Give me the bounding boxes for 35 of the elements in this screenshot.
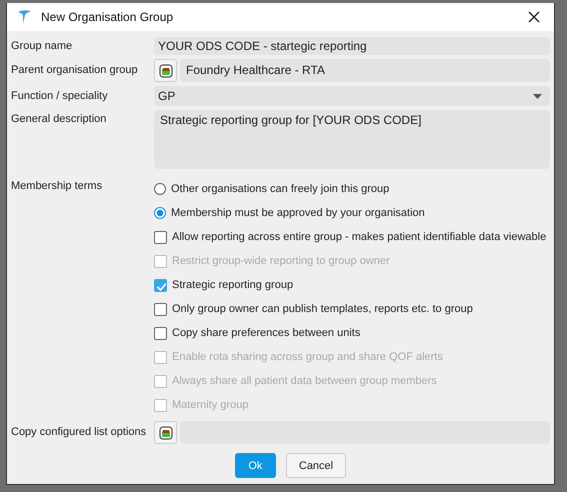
option-label: Strategic reporting group xyxy=(172,279,294,291)
picker-button[interactable] xyxy=(154,421,177,444)
option-label: Membership must be approved by your organisation xyxy=(171,207,425,219)
field-label: Membership terms xyxy=(11,179,104,194)
caret-icon xyxy=(533,94,542,98)
checkbox[interactable] xyxy=(154,326,167,340)
picker-button[interactable] xyxy=(154,59,177,82)
picker-field[interactable]: Foundry Healthcare - RTA xyxy=(180,59,550,82)
option-label: Maternity group xyxy=(172,399,248,411)
description-field[interactable]: Strategic reporting group for [YOUR ODS CODE] xyxy=(154,110,550,169)
cancel-button[interactable]: Cancel xyxy=(286,453,346,478)
field-label: Group name xyxy=(11,39,74,54)
option-label: Restrict group-wide reporting to group owner xyxy=(172,255,390,267)
field-label: Function / speciality xyxy=(11,89,109,104)
checkbox[interactable] xyxy=(154,278,167,292)
field-label: General description xyxy=(11,112,108,127)
option-label: Always share all patient data between group members xyxy=(172,375,437,387)
option-label: Enable rota sharing across group and share QOF alerts xyxy=(172,351,443,363)
option-label: Only group owner can publish templates, reports etc. to group xyxy=(172,303,473,315)
building-icon xyxy=(158,64,172,78)
app-logo-icon xyxy=(17,9,32,25)
option-label: Copy share preferences between units xyxy=(172,327,360,339)
checkbox[interactable] xyxy=(154,302,167,316)
building-icon xyxy=(158,426,172,440)
radio-button[interactable] xyxy=(154,183,166,195)
close-icon xyxy=(528,11,540,23)
window-title: New Organisation Group xyxy=(41,10,174,24)
text-field[interactable]: YOUR ODS CODE - startegic reporting xyxy=(154,37,550,55)
dropdown[interactable]: GP xyxy=(154,86,550,106)
option-label: Other organisations can freely join this group xyxy=(171,183,390,195)
radio-button[interactable] xyxy=(154,207,166,219)
checkbox[interactable] xyxy=(154,230,167,244)
field-label: Copy configured list options xyxy=(11,425,148,440)
option-label: Allow reporting across entire group - makes patient identifiable data viewable xyxy=(172,231,546,243)
field-label: Parent organisation group xyxy=(11,63,139,78)
